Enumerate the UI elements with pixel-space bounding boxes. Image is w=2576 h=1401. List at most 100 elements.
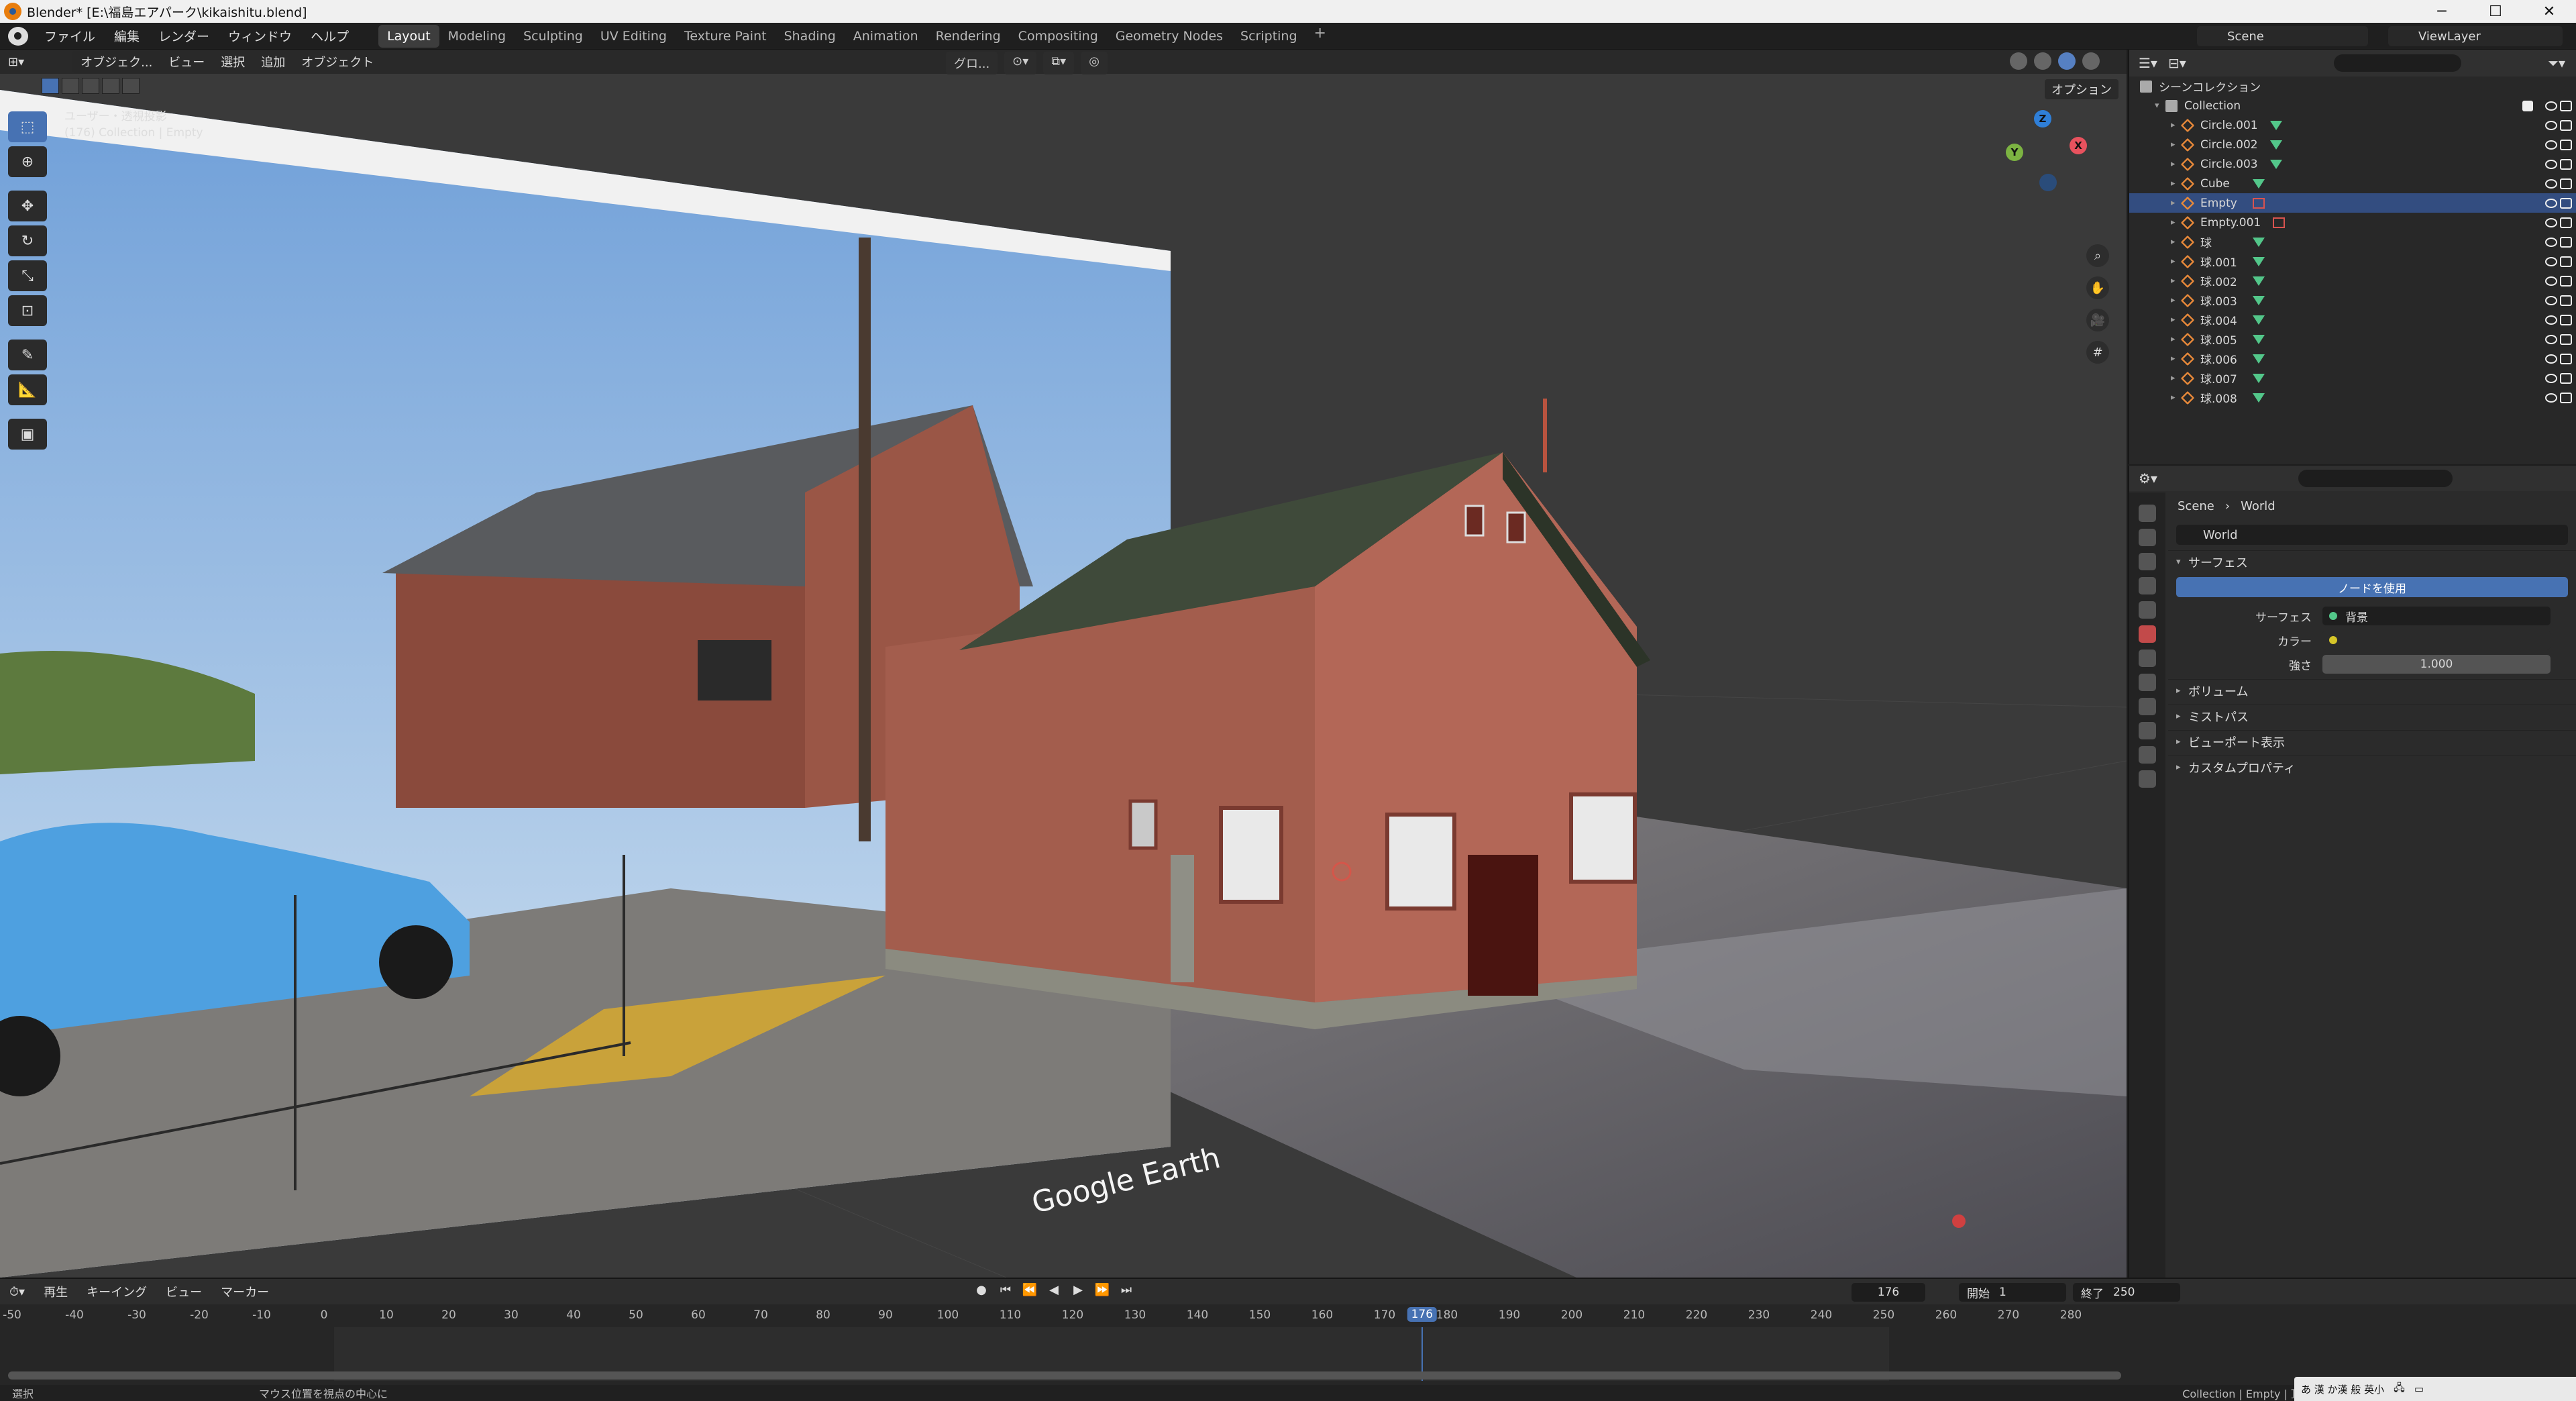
tab-sculpting[interactable]: Sculpting xyxy=(515,25,592,48)
navigation-gizmo[interactable]: Z X Y xyxy=(1992,110,2093,211)
timeline-menu-marker[interactable]: マーカー xyxy=(211,1283,278,1300)
render-camera-icon[interactable] xyxy=(2560,178,2572,189)
proportional-edit-icon[interactable]: ◎ xyxy=(1081,52,1108,74)
render-camera-icon[interactable] xyxy=(2560,197,2572,209)
expand-icon[interactable]: ▸ xyxy=(2171,295,2182,305)
image-data-icon[interactable] xyxy=(2273,217,2286,228)
move-tool-icon[interactable]: ✥ xyxy=(8,191,47,221)
tab-uv-editing[interactable]: UV Editing xyxy=(592,25,676,48)
visibility-eye-icon[interactable] xyxy=(2545,178,2557,189)
tab-layout[interactable]: Layout xyxy=(378,24,439,48)
breadcrumb-scene[interactable]: Scene xyxy=(2178,499,2214,513)
gizmo-z-axis[interactable]: Z xyxy=(2034,110,2051,127)
mesh-data-icon[interactable] xyxy=(2253,354,2265,364)
data-tab-icon[interactable] xyxy=(2139,746,2156,764)
breadcrumb-world[interactable]: World xyxy=(2241,499,2275,513)
mesh-data-icon[interactable] xyxy=(2269,120,2282,130)
timeline-menu-playback[interactable]: 再生 xyxy=(34,1283,77,1300)
tab-animation[interactable]: Animation xyxy=(845,25,927,48)
output-tab-icon[interactable] xyxy=(2139,553,2156,570)
outliner-item[interactable]: ▸ 球 xyxy=(2129,232,2576,252)
render-camera-icon[interactable] xyxy=(2560,333,2572,345)
3d-viewport[interactable]: Google Earth ⊞▾ オブジェク... ビュー 選択 追加 オブジェク… xyxy=(0,50,2127,1278)
play-reverse-icon[interactable]: ◀ xyxy=(1045,1283,1063,1297)
outliner-item[interactable]: ▸ Empty.001 xyxy=(2129,213,2576,232)
mesh-data-icon[interactable] xyxy=(2269,159,2282,169)
viewport-menu-view[interactable]: ビュー xyxy=(160,53,213,70)
object-tab-icon[interactable] xyxy=(2139,674,2156,691)
expand-icon[interactable]: ▾ xyxy=(2155,101,2165,111)
visibility-eye-icon[interactable] xyxy=(2545,393,2557,403)
render-camera-icon[interactable] xyxy=(2560,139,2572,150)
render-camera-icon[interactable] xyxy=(2560,295,2572,306)
timeline-editor-icon[interactable]: ⏱▾ xyxy=(0,1285,34,1299)
tab-scripting[interactable]: Scripting xyxy=(1232,25,1306,48)
visibility-eye-icon[interactable] xyxy=(2545,101,2557,111)
mesh-data-icon[interactable] xyxy=(2269,140,2282,150)
viewport-display-panel-header[interactable]: ▸ ビューポート表示 xyxy=(2168,730,2576,753)
jump-end-icon[interactable]: ⏭ xyxy=(1118,1283,1135,1297)
tab-shading[interactable]: Shading xyxy=(775,25,845,48)
menu-render[interactable]: レンダー xyxy=(149,27,219,45)
maximize-button[interactable]: ☐ xyxy=(2469,0,2522,23)
outliner-search-input[interactable] xyxy=(2333,54,2461,72)
display-mode-icon[interactable]: ⊟▾ xyxy=(2168,55,2186,71)
volume-panel-header[interactable]: ▸ ボリューム xyxy=(2168,679,2576,702)
visibility-eye-icon[interactable] xyxy=(2545,276,2557,286)
menu-edit[interactable]: 編集 xyxy=(105,27,149,45)
outliner-collection[interactable]: ▾ Collection xyxy=(2129,96,2576,115)
render-tab-icon[interactable] xyxy=(2139,529,2156,546)
start-frame-field[interactable]: 開始 1 xyxy=(1959,1283,2066,1302)
measure-tool-icon[interactable]: 📐 xyxy=(8,374,47,405)
expand-icon[interactable]: ▸ xyxy=(2171,178,2182,189)
expand-icon[interactable]: ▸ xyxy=(2171,120,2182,130)
render-camera-icon[interactable] xyxy=(2560,217,2572,228)
close-button[interactable]: ✕ xyxy=(2522,0,2576,23)
gizmo-y-axis[interactable]: Y xyxy=(2006,144,2023,161)
outliner-item[interactable]: ▸ 球.006 xyxy=(2129,349,2576,368)
scale-tool-icon[interactable]: ⤡ xyxy=(8,260,47,291)
physics-tab-icon[interactable] xyxy=(2139,698,2156,715)
scene-selector[interactable]: Scene xyxy=(2197,26,2368,46)
visibility-eye-icon[interactable] xyxy=(2545,217,2557,227)
frame-ruler[interactable]: -50 -40 -30 -20 -10 0 10 20 30 40 50 60 70 80 90 100 110… xyxy=(0,1304,2576,1327)
material-shading-icon[interactable] xyxy=(2058,52,2076,70)
outliner-item[interactable]: ▸ Circle.002 xyxy=(2129,135,2576,154)
outliner-item[interactable]: ▸ Circle.001 xyxy=(2129,115,2576,135)
render-camera-icon[interactable] xyxy=(2560,119,2572,131)
mist-pass-panel-header[interactable]: ▸ ミストパス xyxy=(2168,705,2576,727)
snap-icon[interactable]: ⧉▾ xyxy=(1043,52,1075,74)
outliner-item[interactable]: ▸ 球.002 xyxy=(2129,271,2576,291)
expand-icon[interactable]: ▸ xyxy=(2171,315,2182,325)
visibility-eye-icon[interactable] xyxy=(2545,140,2557,150)
use-nodes-button[interactable]: ノードを使用 xyxy=(2176,577,2568,597)
pivot-icon[interactable]: ⊙▾ xyxy=(1004,52,1037,74)
visibility-eye-icon[interactable] xyxy=(2545,198,2557,208)
view-layer-selector[interactable]: ViewLayer xyxy=(2388,26,2563,46)
mesh-data-icon[interactable] xyxy=(2253,237,2265,247)
select-new-icon[interactable] xyxy=(42,78,59,94)
select-invert-icon[interactable] xyxy=(102,78,119,94)
mesh-data-icon[interactable] xyxy=(2253,178,2265,189)
strength-field[interactable]: 1.000 xyxy=(2322,655,2551,674)
expand-icon[interactable]: ▸ xyxy=(2171,354,2182,364)
transform-orientation-dropdown[interactable]: グロ... xyxy=(946,52,998,74)
viewport-menu-object[interactable]: オブジェクト xyxy=(293,53,382,70)
mesh-data-icon[interactable] xyxy=(2253,256,2265,266)
mesh-data-icon[interactable] xyxy=(2253,334,2265,344)
properties-editor-icon[interactable]: ⚙▾ xyxy=(2139,470,2157,486)
outliner-editor-icon[interactable]: ☰▾ xyxy=(2139,55,2157,71)
outliner-scene-collection[interactable]: シーンコレクション xyxy=(2129,76,2576,96)
timeline-menu-keying[interactable]: キーイング xyxy=(77,1283,156,1300)
expand-icon[interactable]: ▸ xyxy=(2171,198,2182,208)
visibility-eye-icon[interactable] xyxy=(2545,120,2557,130)
visibility-eye-icon[interactable] xyxy=(2545,159,2557,169)
end-frame-field[interactable]: 終了 250 xyxy=(2073,1283,2180,1302)
expand-icon[interactable]: ▸ xyxy=(2171,393,2182,403)
minimize-button[interactable]: ─ xyxy=(2415,0,2469,23)
editor-type-icon[interactable]: ⊞▾ xyxy=(0,55,32,69)
transform-tool-icon[interactable]: ⊡ xyxy=(8,295,47,326)
visibility-eye-icon[interactable] xyxy=(2545,256,2557,266)
render-camera-icon[interactable] xyxy=(2560,256,2572,267)
select-intersect-icon[interactable] xyxy=(122,78,140,94)
